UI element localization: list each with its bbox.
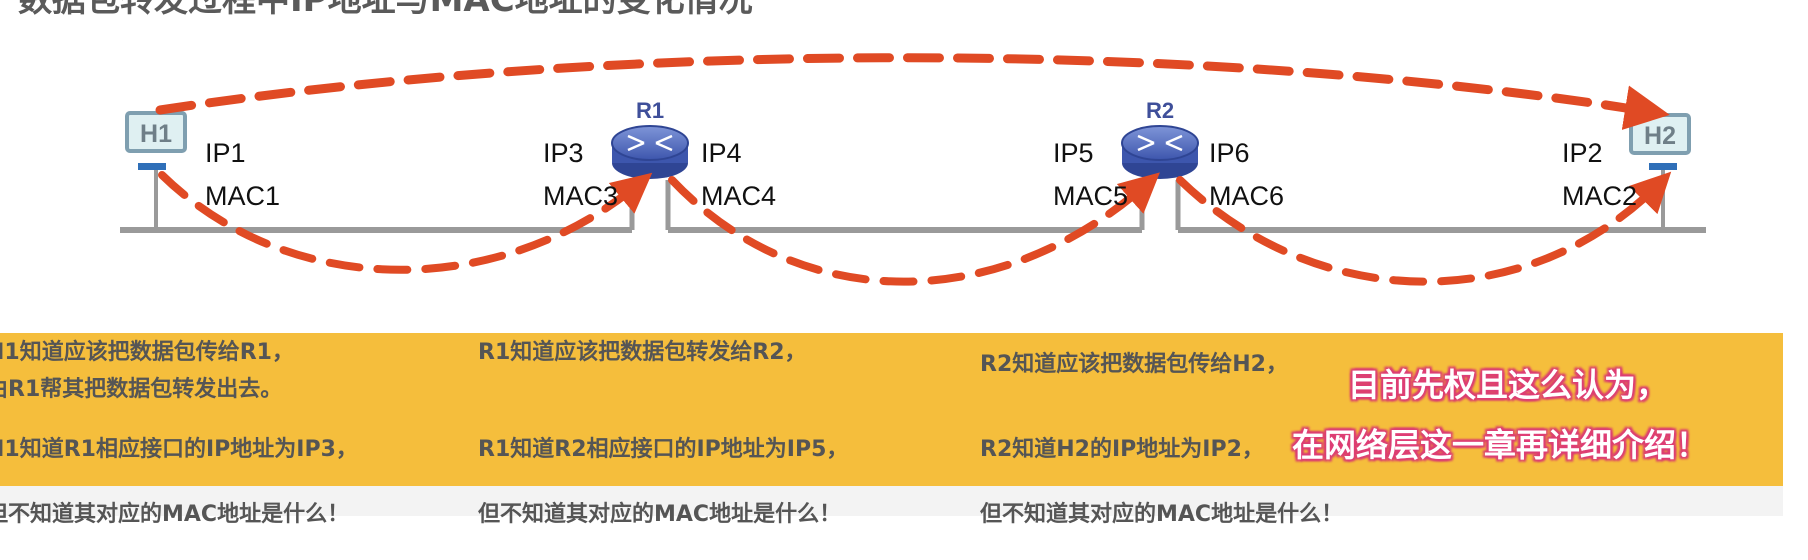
h1-mac-label: MAC1 <box>205 181 281 211</box>
note-line2: 在网络层这一章再详细介绍！ <box>1292 426 1709 464</box>
h2-mac-label: MAC2 <box>1562 181 1638 211</box>
col3-line3: R2知道H2的IP地址为IP2， <box>980 437 1264 462</box>
r2-right-ip-label: IP6 <box>1209 138 1250 168</box>
r2-left-ip-label: IP5 <box>1053 138 1094 168</box>
r1-right-ip-label: IP4 <box>701 138 742 168</box>
r1-left-ip-label: IP3 <box>543 138 584 168</box>
router-r1-name: R1 <box>636 98 665 123</box>
host-h1-icon: H1 <box>125 111 187 228</box>
host-h2-name: H2 <box>1644 122 1676 150</box>
r2-left-mac-label: MAC5 <box>1053 181 1129 211</box>
h2-ip-label: IP2 <box>1562 138 1603 168</box>
note-line1: 目前先权且这么认为， <box>1348 366 1669 404</box>
router-r2-icon <box>1121 125 1199 179</box>
end-to-end-arrow <box>155 53 1670 130</box>
r1-left-mac-label: MAC3 <box>543 181 619 211</box>
col1-line1: H1知道应该把数据包传给R1， <box>0 340 294 365</box>
router-r2-name: R2 <box>1146 98 1175 123</box>
host-h2-icon: H2 <box>1629 113 1691 228</box>
router-r1-icon <box>611 125 689 179</box>
col2-line1: R1知道应该把数据包转发给R2， <box>478 340 807 365</box>
col1-line4: 但不知道其对应的MAC地址是什么！ <box>0 502 350 527</box>
col2-line4: 但不知道其对应的MAC地址是什么！ <box>478 502 842 527</box>
col2-line3: R1知道R2相应接口的IP地址为IP5， <box>478 437 849 462</box>
col1-line3: H1知道R1相应接口的IP地址为IP3， <box>0 437 358 462</box>
col3-line1: R2知道应该把数据包传给H2， <box>980 352 1288 377</box>
h1-ip-label: IP1 <box>205 138 246 168</box>
col1-line2: 由R1帮其把数据包转发出去。 <box>0 377 283 402</box>
r1-right-mac-label: MAC4 <box>701 181 777 211</box>
col3-line4: 但不知道其对应的MAC地址是什么！ <box>980 502 1344 527</box>
r2-right-mac-label: MAC6 <box>1209 181 1285 211</box>
network-diagram: H1 H2 <box>120 53 1706 286</box>
host-h1-name: H1 <box>140 120 172 148</box>
